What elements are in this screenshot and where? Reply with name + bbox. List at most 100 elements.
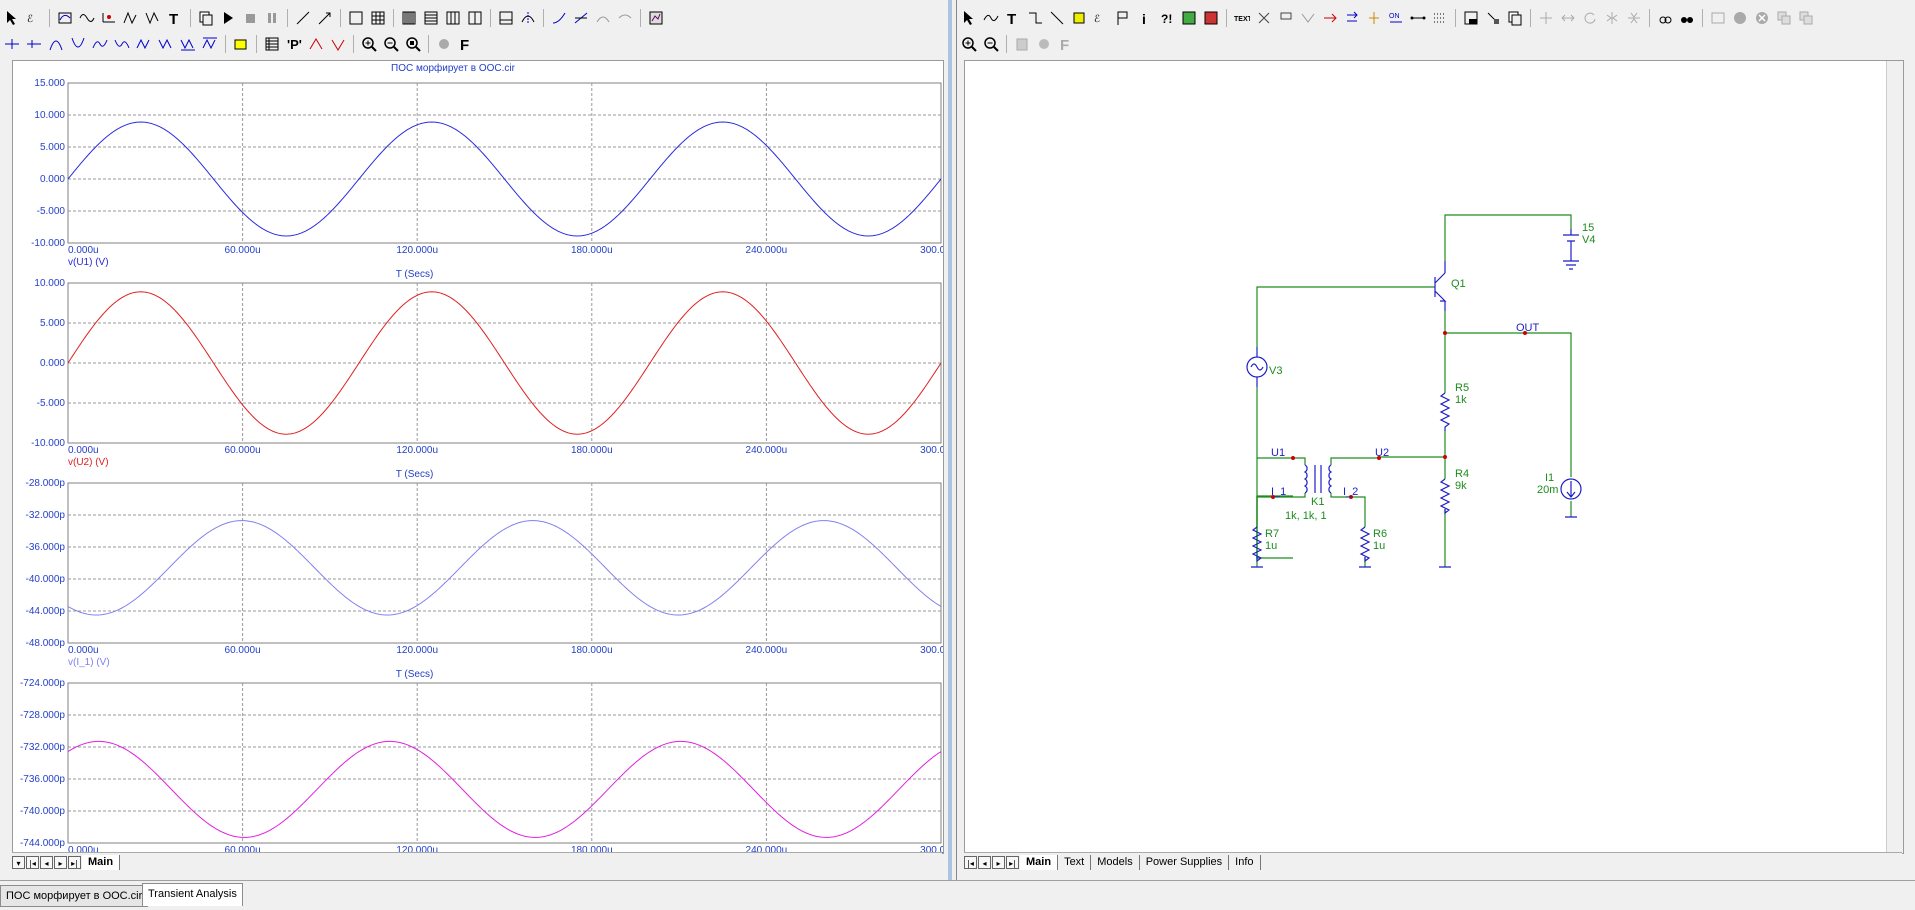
attribute-icon[interactable] (1201, 8, 1221, 28)
page-icon[interactable] (1708, 8, 1728, 28)
cascade-icon[interactable] (1774, 8, 1794, 28)
copy-icon[interactable] (196, 8, 216, 28)
x-align-icon[interactable] (615, 8, 635, 28)
tile-1-icon[interactable] (399, 8, 419, 28)
node-numbers-icon[interactable] (1254, 8, 1274, 28)
schematic-canvas[interactable]: 15 V4 Q1 OUT V3 R5 1k R4 9k U1 U2 I_1 I_… (964, 60, 1904, 854)
tile-3-icon[interactable] (443, 8, 463, 28)
color-icon[interactable] (434, 34, 454, 54)
prev-tab-button[interactable]: ◂ (40, 855, 53, 869)
first-tab-button[interactable]: |◂ (26, 855, 39, 869)
wire-curve-icon[interactable] (981, 8, 1001, 28)
numeric-output-icon[interactable] (262, 34, 282, 54)
slope-max-icon[interactable] (156, 34, 176, 54)
pin-marker-icon[interactable] (1408, 8, 1428, 28)
data-label-icon[interactable] (231, 34, 251, 54)
tab-main[interactable]: Main (1020, 854, 1059, 870)
tile-4-icon[interactable] (465, 8, 485, 28)
point-tag-icon[interactable]: 'P' (284, 34, 304, 54)
preferences-icon[interactable] (646, 8, 666, 28)
color-icon[interactable] (1034, 34, 1054, 54)
component-icon[interactable] (1069, 8, 1089, 28)
binoculars-icon[interactable] (1677, 8, 1697, 28)
tab-info[interactable]: Info (1229, 854, 1261, 870)
ortho-wire-icon[interactable] (1025, 8, 1045, 28)
condition-icon[interactable] (1364, 8, 1384, 28)
box-icon[interactable] (346, 8, 366, 28)
font-icon[interactable]: F (1056, 34, 1076, 54)
tab-text[interactable]: Text (1058, 854, 1092, 870)
tangent-icon[interactable] (571, 8, 591, 28)
schematic-vertical-scrollbar[interactable] (1886, 61, 1903, 853)
data-point-icon[interactable] (99, 8, 119, 28)
align-icon[interactable] (1536, 8, 1556, 28)
stretch-icon[interactable] (1558, 8, 1578, 28)
mirror-icon[interactable] (1602, 8, 1622, 28)
next-tab-button[interactable]: ▸ (992, 855, 1005, 869)
schematic-svg[interactable]: 15 V4 Q1 OUT V3 R5 1k R4 9k U1 U2 I_1 I_… (965, 61, 1885, 853)
first-tab-button[interactable]: |◂ (964, 855, 977, 869)
rotate-icon[interactable] (1580, 8, 1600, 28)
global-low-icon[interactable] (112, 34, 132, 54)
slope-icon[interactable] (549, 8, 569, 28)
run-icon[interactable] (218, 8, 238, 28)
prev-tab-button[interactable]: ◂ (978, 855, 991, 869)
show-pins-icon[interactable] (1483, 8, 1503, 28)
waveform-icon[interactable] (77, 8, 97, 28)
bottom-icon[interactable] (178, 34, 198, 54)
pause-icon[interactable] (262, 8, 282, 28)
plots-canvas[interactable]: 0.000u 60.000u 120.000u 180.000u 240.000u 300… (13, 61, 943, 853)
tile-2-icon[interactable] (421, 8, 441, 28)
vertical-tag-icon[interactable] (328, 34, 348, 54)
line-tool-icon[interactable] (293, 8, 313, 28)
valley-icon[interactable] (143, 8, 163, 28)
cursor-mode-icon[interactable] (496, 8, 516, 28)
title-box-icon[interactable] (1461, 8, 1481, 28)
current-icon[interactable] (1320, 8, 1340, 28)
next-high-icon[interactable] (46, 34, 66, 54)
diagonal-wire-icon[interactable] (1047, 8, 1067, 28)
last-tab-button[interactable]: ▸| (68, 855, 81, 869)
peak-icon[interactable] (121, 8, 141, 28)
inflection-icon[interactable] (134, 34, 154, 54)
next-tab-button[interactable]: ▸ (54, 855, 67, 869)
node-voltages-icon[interactable] (1276, 8, 1296, 28)
text-mode-icon[interactable]: TEXT (1232, 8, 1252, 28)
grid-dots-icon[interactable] (1430, 8, 1450, 28)
help-icon[interactable]: ?! (1157, 8, 1177, 28)
zoom-out-icon[interactable] (381, 34, 401, 54)
zoom-out-icon[interactable] (981, 34, 1001, 54)
tab-main-plot[interactable]: Main (82, 854, 121, 870)
probe-icon[interactable] (1179, 8, 1199, 28)
close-circle-icon[interactable] (1752, 8, 1772, 28)
power-icon[interactable] (1342, 8, 1362, 28)
scale-icon[interactable]: ℰ (24, 8, 44, 28)
plot-area[interactable]: ПОС морфирует в ООС.cir 0.000u 60.000u 120… (12, 60, 944, 854)
copy-icon[interactable] (1505, 8, 1525, 28)
stop-icon[interactable] (240, 8, 260, 28)
next-low-icon[interactable] (68, 34, 88, 54)
pin-connections-icon[interactable] (1298, 8, 1318, 28)
global-high-icon[interactable] (90, 34, 110, 54)
last-tab-button[interactable]: ▸| (1006, 855, 1019, 869)
tab-power-supplies[interactable]: Power Supplies (1140, 854, 1230, 870)
text-tool-icon[interactable]: T (1003, 8, 1023, 28)
zoom-in-icon[interactable] (959, 34, 979, 54)
stop-circle-icon[interactable] (1730, 8, 1750, 28)
zoom-fit-icon[interactable] (403, 34, 423, 54)
on-off-icon[interactable]: ON (1386, 8, 1406, 28)
zoom-in-icon[interactable] (359, 34, 379, 54)
font-icon[interactable]: F (456, 34, 476, 54)
scroll-down-button[interactable]: ▾ (12, 855, 25, 869)
grid-icon[interactable] (368, 8, 388, 28)
horizontal-tag-icon[interactable] (306, 34, 326, 54)
prev-peak-icon[interactable] (24, 34, 44, 54)
paste-icon[interactable] (1012, 34, 1032, 54)
cursor-pair-icon[interactable] (518, 8, 538, 28)
arrow-line-icon[interactable] (315, 8, 335, 28)
tab-transient-analysis[interactable]: Transient Analysis (142, 883, 243, 906)
text-tool-icon[interactable]: T (165, 8, 185, 28)
info-icon[interactable]: i (1135, 8, 1155, 28)
top-icon[interactable] (200, 34, 220, 54)
find-icon[interactable] (1655, 8, 1675, 28)
